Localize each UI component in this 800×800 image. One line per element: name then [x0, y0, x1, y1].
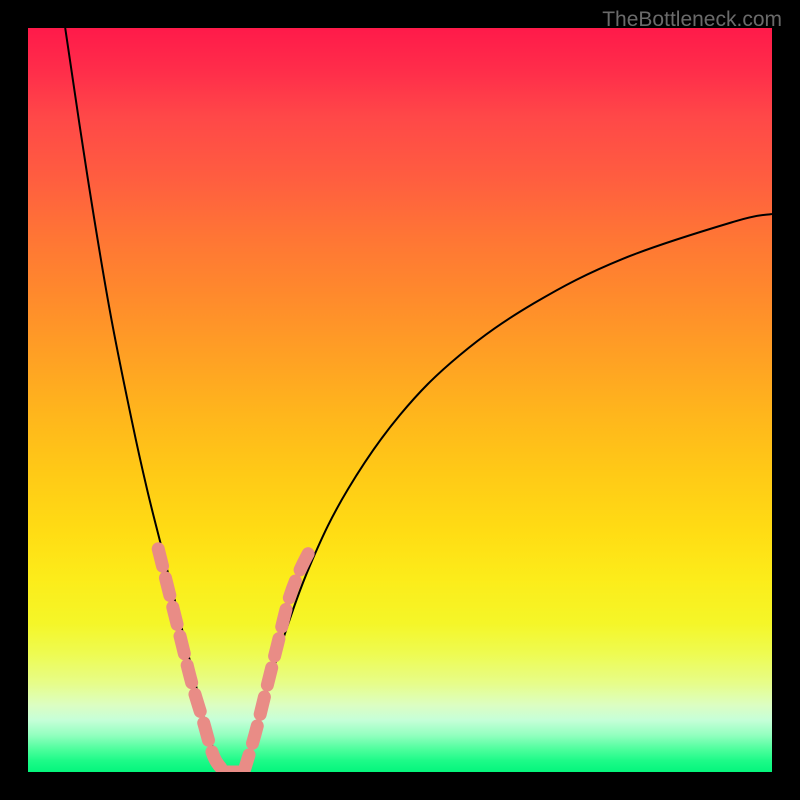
overlay-right-path [244, 549, 311, 772]
overlay-curve [158, 549, 311, 772]
right-branch-path [244, 214, 772, 772]
plot-area [28, 28, 772, 772]
curve-layer [28, 28, 772, 772]
overlay-left-path [158, 549, 225, 772]
main-curve [65, 28, 772, 772]
left-branch-path [65, 28, 221, 772]
watermark-text: TheBottleneck.com [602, 8, 782, 32]
